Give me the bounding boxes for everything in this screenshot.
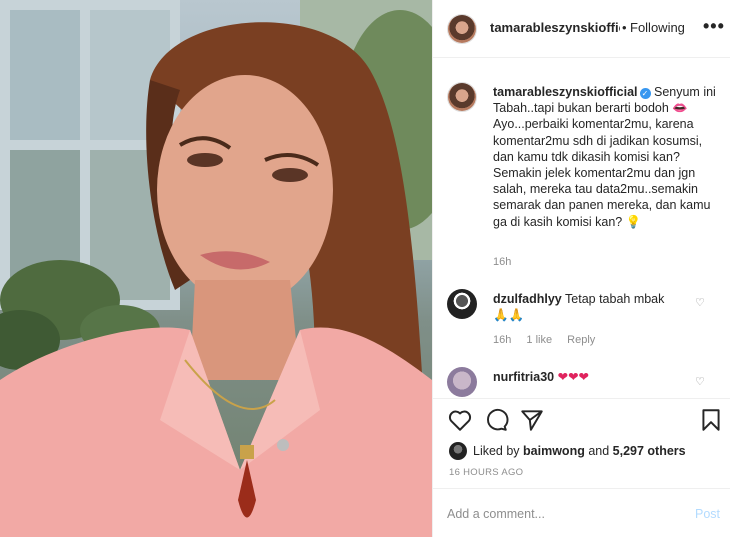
post-comment-button[interactable]: Post xyxy=(695,507,720,521)
like-heart-icon[interactable] xyxy=(447,407,473,433)
comment-likes[interactable]: 1 like xyxy=(526,334,552,346)
liked-by-middle: and xyxy=(584,444,613,458)
comment-avatar[interactable] xyxy=(447,367,477,397)
caption-time[interactable]: 16h xyxy=(493,256,511,268)
comment-like-heart-icon[interactable]: ♡ xyxy=(695,375,705,388)
post-timestamp[interactable]: 16 HOURS AGO xyxy=(449,467,523,478)
comment-body: ❤❤❤ xyxy=(554,370,590,384)
liked-by-count[interactable]: 5,297 others xyxy=(613,444,686,458)
share-send-icon[interactable] xyxy=(519,407,545,433)
more-horizontal-icon[interactable]: ••• xyxy=(703,16,725,37)
liked-by-user[interactable]: baimwong xyxy=(523,444,585,458)
comment-username[interactable]: dzulfadhlyy xyxy=(493,292,562,306)
comment-body: Tetap tabah mbak xyxy=(561,292,665,306)
liker-avatar[interactable] xyxy=(449,442,467,460)
comment-meta: 16h 1 like Reply xyxy=(493,334,607,346)
comment-text: nurfitria30 ❤❤❤ xyxy=(493,369,693,385)
bulb-emoji-icon: 💡 xyxy=(625,214,642,229)
reply-button[interactable]: Reply xyxy=(567,334,595,346)
comment-text: dzulfadhlyy Tetap tabah mbak 🙏🙏 xyxy=(493,291,693,323)
save-bookmark-icon[interactable] xyxy=(698,407,724,433)
post-header: tamarableszynskiofficial • Following ••• xyxy=(433,0,730,58)
lips-emoji-icon: 👄 xyxy=(672,101,688,116)
author-username[interactable]: tamarableszynskiofficial xyxy=(490,20,620,35)
selfie-image xyxy=(0,0,432,537)
liked-by-prefix: Liked by xyxy=(473,444,524,458)
post-actions: Liked by baimwong and 5,297 others 16 HO… xyxy=(433,398,730,488)
caption-username[interactable]: tamarableszynskiofficial xyxy=(493,85,638,99)
comment-bubble-icon[interactable] xyxy=(483,407,509,433)
comment-avatar[interactable] xyxy=(447,289,477,319)
verified-badge-icon: ✓ xyxy=(639,88,651,99)
post-modal: tamarableszynskiofficial • Following •••… xyxy=(0,0,730,537)
post-photo[interactable] xyxy=(0,0,432,537)
liked-by-text: Liked by baimwong and 5,297 others xyxy=(473,444,686,458)
add-comment-bar: Add a comment... Post xyxy=(433,488,730,537)
comments-list[interactable]: tamarableszynskiofficial ✓ Senyum ini Tab… xyxy=(433,58,730,398)
caption-body-2: Ayo...perbaiki komentar2mu, karena komen… xyxy=(493,117,711,229)
caption-author-avatar[interactable] xyxy=(447,82,477,112)
comment-input[interactable]: Add a comment... xyxy=(447,507,545,521)
comment-emoji: 🙏🙏 xyxy=(493,308,525,322)
author-avatar[interactable] xyxy=(447,14,477,44)
caption-text: tamarableszynskiofficial ✓ Senyum ini Tab… xyxy=(493,84,718,230)
header-separator: • xyxy=(622,20,627,35)
comment-time[interactable]: 16h xyxy=(493,334,511,346)
comment-username[interactable]: nurfitria30 xyxy=(493,370,554,384)
post-side-panel: tamarableszynskiofficial • Following •••… xyxy=(432,0,730,537)
comment-like-heart-icon[interactable]: ♡ xyxy=(695,296,705,309)
following-button[interactable]: Following xyxy=(630,20,685,35)
